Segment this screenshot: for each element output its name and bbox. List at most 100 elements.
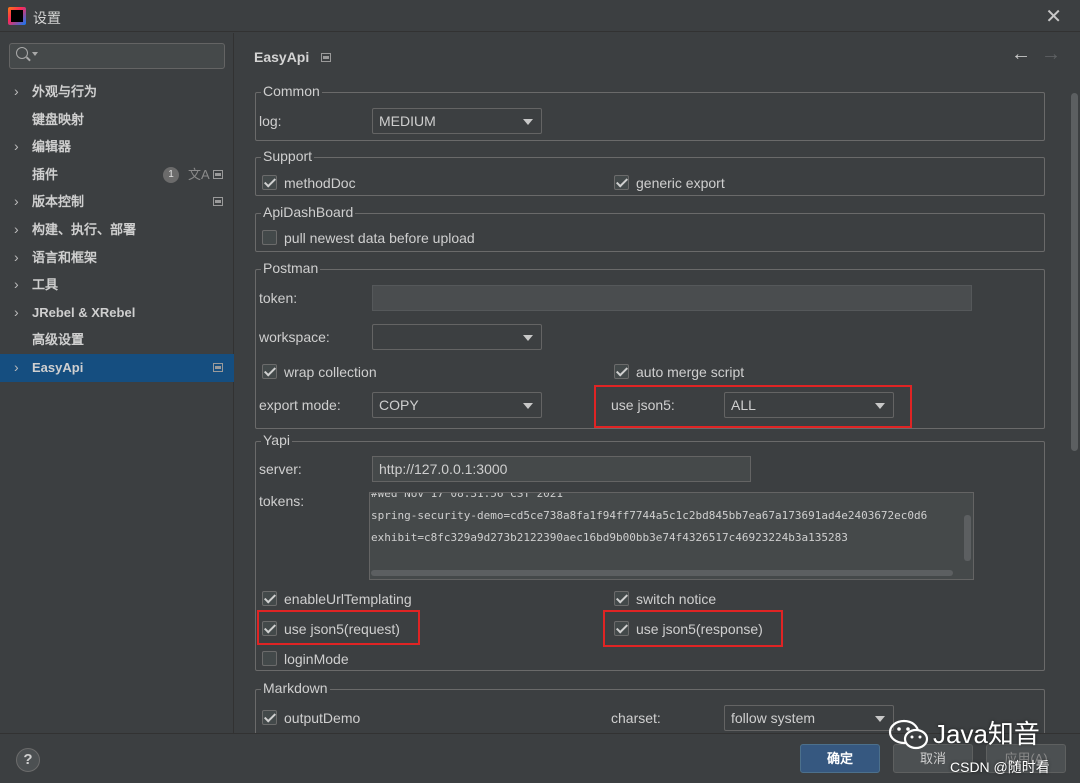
vertical-scrollbar[interactable]	[1071, 93, 1078, 451]
expand-arrow-icon[interactable]: ›	[14, 271, 19, 299]
expand-arrow-icon[interactable]: ›	[14, 354, 19, 382]
window-title: 设置	[33, 10, 61, 26]
highlight-box	[594, 385, 912, 428]
chevron-down-icon	[523, 403, 533, 409]
enable-url-templating-label: enableUrlTemplating	[284, 591, 412, 607]
log-value: MEDIUM	[379, 113, 436, 129]
server-label: server:	[259, 461, 302, 477]
chevron-down-icon	[523, 335, 533, 341]
charset-value: follow system	[731, 710, 816, 726]
sidebar-item-build[interactable]: › 构建、执行、部署	[0, 216, 234, 244]
settings-tree: › 外观与行为 键盘映射 › 编辑器 插件 1 文A › 版本控制 › 构建、执…	[0, 78, 234, 382]
sidebar-item-label: 键盘映射	[32, 111, 85, 127]
tokens-vertical-scrollbar[interactable]	[964, 515, 971, 561]
expand-arrow-icon[interactable]: ›	[14, 244, 19, 272]
update-badge: 1	[163, 166, 179, 183]
sidebar-item-version-control[interactable]: › 版本控制	[0, 188, 234, 216]
sidebar-item-easyapi[interactable]: › EasyApi	[0, 353, 234, 382]
expand-arrow-icon[interactable]: ›	[14, 299, 19, 327]
expand-arrow-icon[interactable]: ›	[14, 188, 19, 216]
sidebar-item-label: 工具	[32, 277, 59, 293]
export-mode-label: export mode:	[259, 397, 341, 413]
switch-notice-label: switch notice	[636, 591, 717, 607]
sidebar-item-label: EasyApi	[32, 359, 84, 375]
charset-label: charset:	[611, 710, 661, 726]
token-field[interactable]	[372, 285, 972, 311]
sidebar-item-label: 外观与行为	[32, 84, 98, 99]
tokens-line: spring-security-demo=cd5ce738a8fa1f94ff7…	[371, 509, 928, 522]
sidebar-item-label: 语言和框架	[32, 249, 98, 265]
api-dashboard-group: ApiDashBoard pull newest data before upl…	[255, 204, 1045, 252]
token-label: token:	[259, 290, 298, 306]
highlight-box	[603, 610, 783, 647]
output-demo-label: outputDemo	[284, 710, 361, 726]
switch-notice-checkbox[interactable]	[614, 591, 629, 606]
sidebar-item-label: 构建、执行、部署	[32, 221, 137, 237]
chevron-down-icon[interactable]	[32, 52, 38, 56]
sidebar-item-label: JRebel & XRebel	[32, 304, 136, 320]
method-doc-checkbox[interactable]	[262, 175, 277, 190]
tokens-line: #Wed Nov 17 08:31:56 CST 2021	[371, 492, 564, 500]
translate-icon: 文A	[188, 166, 210, 182]
sidebar-item-tools[interactable]: › 工具	[0, 271, 234, 299]
sidebar-item-plugins[interactable]: 插件 1 文A	[0, 161, 234, 189]
tokens-line: exhibit=c8fc329a9d273b2122390aec16bd9b00…	[371, 531, 848, 544]
sidebar-item-appearance[interactable]: › 外观与行为	[0, 78, 234, 106]
sidebar-item-label: 编辑器	[32, 139, 72, 155]
highlight-box	[257, 610, 420, 645]
settings-sidebar: › 外观与行为 键盘映射 › 编辑器 插件 1 文A › 版本控制 › 构建、执…	[0, 33, 234, 733]
group-title: Yapi	[261, 432, 292, 448]
project-scope-icon	[213, 362, 223, 372]
tokens-label: tokens:	[259, 493, 305, 509]
common-group: Common log: MEDIUM	[255, 83, 1045, 141]
expand-arrow-icon[interactable]: ›	[14, 78, 19, 106]
pull-newest-checkbox[interactable]	[262, 230, 277, 245]
tokens-textarea[interactable]: #Wed Nov 17 08:31:56 CST 2021 spring-sec…	[369, 492, 974, 580]
method-doc-label: methodDoc	[284, 175, 356, 191]
export-mode-select[interactable]: COPY	[372, 392, 542, 418]
watermark-csdn: CSDN @随时看	[950, 759, 1050, 775]
project-scope-icon	[321, 53, 331, 62]
workspace-select[interactable]	[372, 324, 542, 350]
sidebar-item-label: 版本控制	[32, 194, 85, 210]
login-mode-label: loginMode	[284, 651, 349, 667]
help-button[interactable]: ?	[16, 748, 40, 772]
auto-merge-script-checkbox[interactable]	[614, 364, 629, 379]
enable-url-templating-checkbox[interactable]	[262, 591, 277, 606]
group-title: Support	[261, 148, 315, 164]
chevron-down-icon	[875, 716, 885, 722]
wrap-collection-label: wrap collection	[284, 364, 377, 380]
generic-export-label: generic export	[636, 175, 725, 191]
expand-arrow-icon[interactable]: ›	[14, 216, 19, 244]
back-arrow-icon[interactable]: ←	[1011, 43, 1031, 66]
ok-button[interactable]: 确定	[800, 744, 880, 773]
search-input[interactable]	[9, 43, 225, 69]
export-mode-value: COPY	[379, 397, 419, 413]
sidebar-item-editor[interactable]: › 编辑器	[0, 133, 234, 161]
sidebar-item-advanced[interactable]: 高级设置	[0, 326, 234, 354]
log-label: log:	[259, 113, 282, 129]
charset-select[interactable]: follow system	[724, 705, 894, 731]
title-bar: 设置 ✕	[0, 0, 1080, 32]
sidebar-item-languages[interactable]: › 语言和框架	[0, 244, 234, 272]
generic-export-checkbox[interactable]	[614, 175, 629, 190]
sidebar-item-jrebel[interactable]: › JRebel & XRebel	[0, 299, 234, 327]
login-mode-checkbox[interactable]	[262, 651, 277, 666]
support-group: Support methodDoc generic export	[255, 148, 1045, 196]
group-title: Common	[261, 83, 322, 99]
close-icon[interactable]: ✕	[1045, 4, 1062, 29]
log-select[interactable]: MEDIUM	[372, 108, 542, 134]
wechat-logo-icon	[888, 719, 929, 750]
settings-content: EasyApi ← → Common log: MEDIUM Support m…	[235, 33, 1080, 733]
tokens-horizontal-scrollbar[interactable]	[371, 570, 953, 576]
sidebar-item-keymap[interactable]: 键盘映射	[0, 106, 234, 134]
chevron-down-icon	[523, 119, 533, 125]
server-field[interactable]: http://127.0.0.1:3000	[372, 456, 751, 482]
sidebar-item-label: 插件	[32, 166, 59, 182]
output-demo-checkbox[interactable]	[262, 710, 277, 725]
sidebar-item-label: 高级设置	[32, 332, 85, 348]
expand-arrow-icon[interactable]: ›	[14, 133, 19, 161]
project-scope-icon	[213, 169, 223, 179]
wrap-collection-checkbox[interactable]	[262, 364, 277, 379]
forward-arrow-icon[interactable]: →	[1041, 43, 1061, 66]
